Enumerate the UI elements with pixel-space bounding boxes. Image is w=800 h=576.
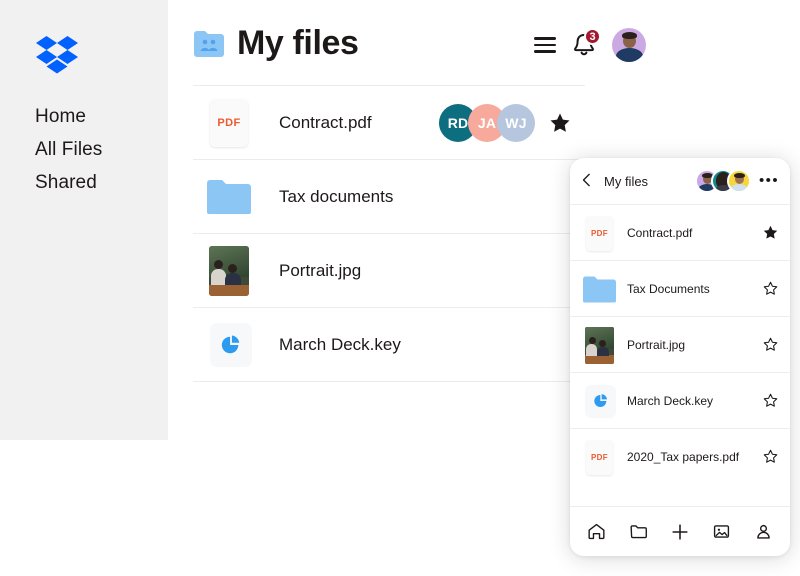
file-name: Tax documents [279,187,585,207]
hamburger-line [534,37,556,40]
notification-badge: 3 [584,28,601,45]
star-icon-outline[interactable] [759,392,779,409]
pdf-tile: PDF [210,99,248,147]
photo-person-head [589,337,596,344]
file-name: Portrait.jpg [627,338,759,352]
photo-person-body [586,344,597,356]
folder-icon[interactable] [625,519,651,545]
folder-icon [205,171,251,223]
photo-thumbnail [205,245,251,297]
avatar-body [730,184,748,193]
photo-person-body [225,273,241,285]
pdf-label: PDF [217,117,240,129]
folder-glyph [583,276,616,303]
file-list: PDF Contract.pdf RD JA WJ [193,85,585,382]
hamburger-line [534,44,556,47]
file-name: Contract.pdf [627,226,759,240]
home-icon[interactable] [584,519,610,545]
panel-row-2020-tax-papers[interactable]: PDF 2020_Tax papers.pdf [570,428,790,484]
panel-avatar[interactable] [727,169,751,193]
star-icon-outline[interactable] [759,336,779,353]
file-name: 2020_Tax papers.pdf [627,450,759,464]
pdf-label: PDF [591,229,608,238]
avatar-hair [622,32,637,39]
folder-icon [582,269,616,309]
sidebar-item-label: Home [35,106,86,127]
file-row-march-deck[interactable]: March Deck.key [193,308,585,382]
pdf-tile: PDF [586,440,613,475]
avatar-hair [734,173,745,178]
panel-row-contract[interactable]: PDF Contract.pdf [570,204,790,260]
hamburger-menu-icon[interactable] [534,37,556,53]
folder-glyph [207,179,251,215]
dropbox-logo-icon[interactable] [36,36,76,74]
sidebar-item-all-files[interactable]: All Files [35,133,155,166]
photo-person-head [214,260,223,269]
user-avatar[interactable] [612,28,646,62]
avatar-body [616,48,643,62]
pdf-file-icon: PDF [205,97,251,149]
pdf-label: PDF [591,453,608,462]
collaborator-avatar[interactable]: WJ [497,104,535,142]
hamburger-line [534,50,556,53]
plus-icon[interactable] [667,519,693,545]
pdf-file-icon: PDF [582,437,616,477]
file-name: Tax Documents [627,282,759,296]
chevron-left-icon[interactable] [582,173,596,190]
keynote-file-icon [582,381,616,421]
sidebar-nav: Home All Files Shared [35,100,155,199]
star-icon-filled[interactable] [759,224,779,241]
account-icon[interactable] [750,519,776,545]
page-title: My files [237,18,359,68]
sidebar-item-label: Shared [35,172,97,193]
panel-row-march-deck[interactable]: March Deck.key [570,372,790,428]
star-icon-outline[interactable] [759,280,779,297]
star-icon-outline[interactable] [759,448,779,465]
keynote-file-icon [205,319,251,371]
keynote-tile [585,385,616,418]
photo-preview [209,246,249,296]
photo-table [585,355,614,363]
file-row-portrait[interactable]: Portrait.jpg [193,234,585,308]
file-name: March Deck.key [279,335,585,355]
panel-row-portrait[interactable]: Portrait.jpg [570,316,790,372]
photo-thumbnail [582,325,616,365]
star-icon-filled[interactable] [545,111,575,135]
file-row-contract[interactable]: PDF Contract.pdf RD JA WJ [193,85,585,160]
page-header: My files 3 [193,18,646,70]
file-name: Contract.pdf [279,113,439,133]
overflow-menu-icon[interactable]: ••• [759,177,779,185]
pdf-file-icon: PDF [582,213,616,253]
sidebar-item-label: All Files [35,139,102,160]
notification-bell-icon[interactable]: 3 [571,31,597,59]
collaborator-avatars: RD JA WJ [439,104,535,142]
panel-row-tax-documents[interactable]: Tax Documents [570,260,790,316]
photos-icon[interactable] [709,519,735,545]
panel-title: My files [604,174,695,189]
sidebar-item-home[interactable]: Home [35,100,155,133]
panel-header: My files ••• [570,158,790,204]
photo-person-body [597,347,609,356]
keynote-tile [210,323,252,367]
photo-preview [585,327,614,364]
mobile-preview-panel: My files ••• PDF [570,158,790,556]
pdf-tile: PDF [586,216,613,251]
file-name: Portrait.jpg [279,261,585,281]
file-name: March Deck.key [627,394,759,408]
photo-table [209,285,249,296]
header-actions: 3 [534,28,646,62]
sidebar-item-shared[interactable]: Shared [35,166,155,199]
file-row-tax-documents[interactable]: Tax documents [193,160,585,234]
panel-tab-bar [570,506,790,556]
photo-person-head [599,340,606,347]
shared-folder-icon [193,30,225,58]
photo-person-head [228,264,237,273]
photo-person-body [211,269,226,285]
sidebar: Home All Files Shared [0,0,168,440]
panel-collaborator-avatars [695,169,751,193]
